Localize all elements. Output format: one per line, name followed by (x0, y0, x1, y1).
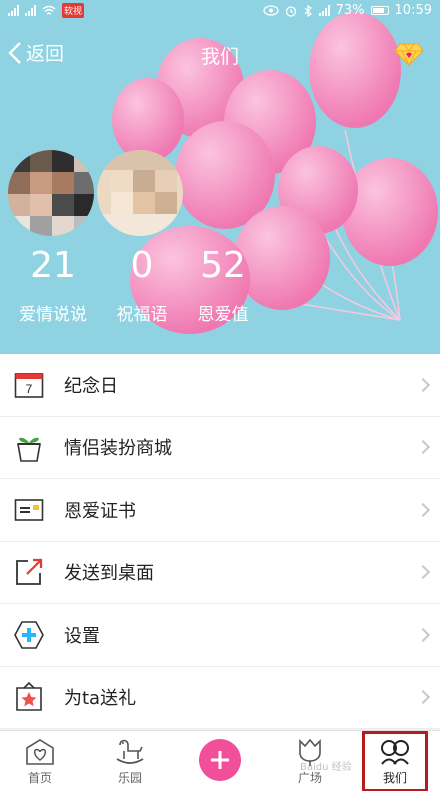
home-heart-icon (10, 737, 70, 767)
menu-item-settings[interactable]: 设置 (0, 604, 440, 667)
calendar-day: 7 (26, 382, 33, 396)
status-bar: 软视 73% 10:59 (0, 0, 440, 22)
menu-item-couple-shop[interactable]: 情侣装扮商城 (0, 417, 440, 479)
menu-item-send-to-desktop[interactable]: 发送到桌面 (0, 542, 440, 604)
battery-percent: 73% (335, 3, 365, 18)
chevron-right-icon (415, 377, 431, 392)
stat-blessings[interactable]: 0 祝福语 (110, 245, 174, 326)
gift-icon (12, 680, 46, 714)
avatar-self[interactable] (8, 150, 94, 236)
plant-pot-icon (12, 430, 46, 464)
eye-icon (262, 5, 279, 16)
couple-icon (365, 737, 425, 767)
menu-item-anniversary[interactable]: 7 纪念日 (0, 354, 440, 417)
clock: 10:59 (394, 3, 432, 18)
nav-bar: 返回 我们 (0, 30, 440, 76)
stat-love-score[interactable]: 52 恩爱值 (188, 245, 258, 326)
tab-label: 我们 (382, 771, 407, 785)
stat-label: 祝福语 (116, 305, 168, 325)
certificate-icon (12, 493, 46, 527)
stat-value: 21 (30, 245, 76, 286)
page-title: 我们 (200, 46, 239, 68)
stat-value: 0 (130, 245, 154, 286)
menu-item-love-certificate[interactable]: 恩爱证书 (0, 479, 440, 542)
chevron-right-icon (415, 565, 431, 580)
bluetooth-icon (304, 4, 312, 17)
signal-icon-2 (25, 5, 36, 16)
avatar-partner[interactable] (97, 150, 183, 236)
hero-header: 软视 73% 10:59 返回 我们 21 爱情说说 0 祝福语 52 恩爱值 (0, 0, 440, 354)
chevron-right-icon (415, 627, 431, 642)
tab-label: 乐园 (117, 771, 142, 785)
settings-hexagon-icon (12, 618, 46, 652)
bottom-tab-bar: 首页 乐园 广场 我们 (0, 730, 440, 791)
rocking-horse-icon (100, 737, 160, 767)
chevron-right-icon (415, 440, 431, 455)
cell-signal-icon (318, 5, 330, 16)
diamond-vip-icon[interactable] (394, 42, 424, 70)
menu-item-label: 情侣装扮商城 (64, 438, 172, 460)
tab-us[interactable]: 我们 (362, 731, 428, 791)
calendar-icon: 7 (12, 368, 46, 402)
menu-item-label: 发送到桌面 (64, 563, 154, 585)
alarm-icon (285, 5, 296, 17)
tab-label: 首页 (27, 771, 52, 785)
chevron-right-icon (415, 690, 431, 705)
tab-park[interactable]: 乐园 (100, 737, 160, 786)
add-post-button[interactable] (199, 739, 241, 781)
signal-icon (8, 5, 19, 16)
battery-icon (370, 6, 389, 15)
chevron-right-icon (415, 502, 431, 517)
menu-item-label: 为ta送礼 (64, 688, 137, 710)
app-notification-badge: 软视 (62, 3, 85, 18)
menu-item-send-gift[interactable]: 为ta送礼 (0, 667, 440, 729)
stat-label: 恩爱值 (197, 305, 249, 325)
menu-item-label: 恩爱证书 (64, 500, 136, 522)
menu-list: 7 纪念日 情侣装扮商城 恩爱证书 发送到桌面 设置 为ta送礼 (0, 354, 440, 729)
menu-item-label: 纪念日 (64, 375, 118, 397)
stat-love-posts[interactable]: 21 爱情说说 (10, 245, 96, 326)
wifi-icon (42, 5, 56, 15)
plus-icon (211, 751, 229, 769)
send-to-desktop-icon (12, 555, 46, 589)
menu-item-label: 设置 (64, 625, 100, 647)
watermark: Baidu 经验 (300, 762, 352, 773)
stat-label: 爱情说说 (19, 305, 87, 325)
stat-value: 52 (200, 245, 246, 286)
tab-home[interactable]: 首页 (10, 737, 70, 786)
